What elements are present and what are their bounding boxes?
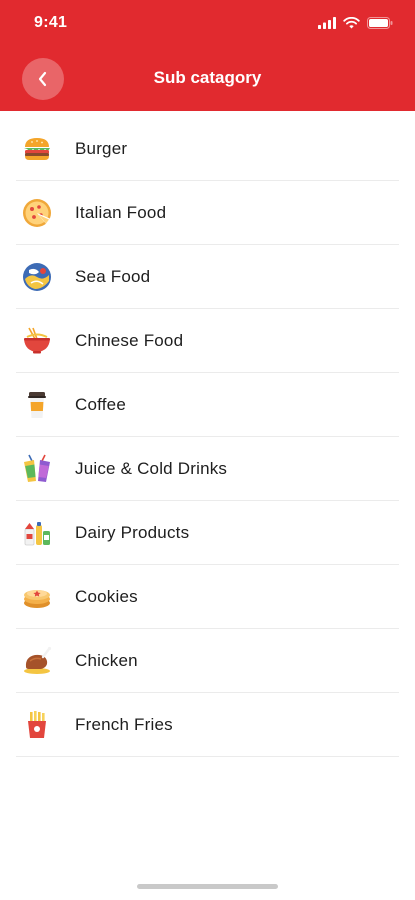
category-item-chinese-food[interactable]: Chinese Food: [16, 309, 399, 373]
category-item-italian-food[interactable]: Italian Food: [16, 181, 399, 245]
cookie-icon: [20, 580, 54, 614]
category-item-cookies[interactable]: Cookies: [16, 565, 399, 629]
category-item-burger[interactable]: Burger: [16, 117, 399, 181]
category-item-juice-cold-drinks[interactable]: Juice & Cold Drinks: [16, 437, 399, 501]
screen: 9:41 Sub catagory Burger Italian Food Se…: [0, 0, 415, 900]
status-time: 9:41: [34, 14, 68, 31]
category-label: Juice & Cold Drinks: [75, 458, 228, 478]
category-item-french-fries[interactable]: French Fries: [16, 693, 399, 757]
home-indicator[interactable]: [137, 884, 278, 889]
chicken-icon: [20, 644, 54, 678]
category-item-chicken[interactable]: Chicken: [16, 629, 399, 693]
category-item-dairy-products[interactable]: Dairy Products: [16, 501, 399, 565]
cellular-signal-icon: [318, 17, 336, 29]
burger-icon: [20, 132, 54, 166]
category-label: Sea Food: [75, 266, 151, 286]
category-label: Burger: [75, 138, 128, 158]
seafood-icon: [20, 260, 54, 294]
status-bar: 9:41: [0, 0, 415, 46]
category-item-coffee[interactable]: Coffee: [16, 373, 399, 437]
category-label: Chicken: [75, 650, 138, 670]
page-title: Sub catagory: [153, 68, 262, 87]
status-icons: [318, 15, 393, 31]
category-label: Coffee: [75, 394, 126, 414]
category-item-sea-food[interactable]: Sea Food: [16, 245, 399, 309]
category-label: French Fries: [75, 714, 173, 734]
wifi-icon: [343, 17, 360, 29]
dairy-icon: [20, 516, 54, 550]
fries-icon: [20, 708, 54, 742]
pizza-icon: [20, 196, 54, 230]
category-label: Dairy Products: [75, 522, 190, 542]
category-label: Cookies: [75, 586, 138, 606]
category-label: Chinese Food: [75, 330, 184, 350]
header-bar: 9:41 Sub catagory: [0, 0, 415, 111]
category-list: Burger Italian Food Sea Food Chinese Foo…: [16, 117, 399, 757]
category-label: Italian Food: [75, 202, 167, 222]
battery-icon: [367, 17, 393, 29]
coffee-cup-icon: [20, 388, 54, 422]
noodle-bowl-icon: [20, 324, 54, 358]
juice-icon: [20, 452, 54, 486]
